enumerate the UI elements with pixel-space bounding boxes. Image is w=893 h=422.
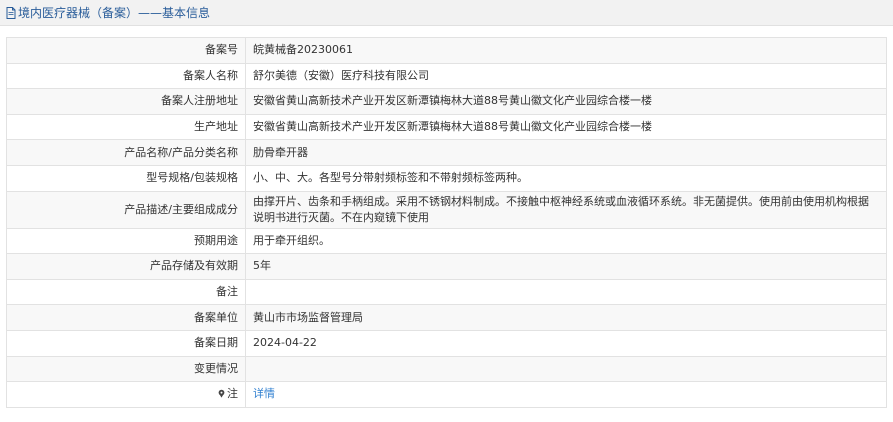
field-label: 备案日期 — [6, 329, 246, 357]
field-label: 产品存储及有效期 — [6, 253, 246, 280]
field-value: 安徽省黄山高新技术产业开发区新潭镇梅林大道88号黄山徽文化产业园综合楼一楼 — [245, 88, 887, 115]
field-value: 舒尔美德（安徽）医疗科技有限公司 — [245, 62, 887, 90]
table-row: 产品名称/产品分类名称 肋骨牵开器 — [6, 139, 887, 166]
table-row-note: 注 详情 — [6, 381, 887, 408]
details-link[interactable]: 详情 — [253, 387, 275, 400]
field-label: 型号规格/包装规格 — [6, 164, 246, 192]
field-value: 皖黄械备20230061 — [245, 37, 887, 64]
field-label: 备案人注册地址 — [6, 88, 246, 115]
page-title: 境内医疗器械（备案）——基本信息 — [18, 6, 211, 20]
field-label: 产品名称/产品分类名称 — [6, 139, 246, 166]
table-row: 变更情况 — [6, 355, 887, 383]
field-value: 肋骨牵开器 — [245, 139, 887, 166]
table-row: 备案号 皖黄械备20230061 — [6, 37, 887, 64]
field-value: 5年 — [245, 253, 887, 280]
field-label: 备案号 — [6, 37, 246, 64]
field-value: 2024-04-22 — [245, 329, 887, 357]
field-label: 预期用途 — [6, 227, 246, 255]
page-header: 境内医疗器械（备案）——基本信息 — [0, 0, 893, 26]
field-label: 变更情况 — [6, 355, 246, 383]
table-row: 产品描述/主要组成成分 由撑开片、齿条和手柄组成。采用不锈钢材料制成。不接触中枢神… — [6, 190, 887, 229]
info-table: 备案号 皖黄械备20230061 备案人名称 舒尔美德（安徽）医疗科技有限公司 备案人注… — [6, 37, 887, 408]
table-row: 预期用途 用于牵开组织。 — [6, 227, 887, 255]
field-label: 产品描述/主要组成成分 — [6, 190, 246, 229]
location-pin-icon — [218, 390, 225, 399]
field-value: 小、中、大。各型号分带射频标签和不带射频标签两种。 — [245, 164, 887, 192]
field-label: 备案单位 — [6, 304, 246, 331]
field-label: 备案人名称 — [6, 62, 246, 90]
field-value: 黄山市市场监督管理局 — [245, 304, 887, 331]
table-row: 备案单位 黄山市市场监督管理局 — [6, 304, 887, 331]
field-label: 备注 — [6, 278, 246, 306]
note-value: 详情 — [245, 381, 887, 408]
field-value: 由撑开片、齿条和手柄组成。采用不锈钢材料制成。不接触中枢神经系统或血液循环系统。… — [245, 190, 887, 229]
table-row: 备注 — [6, 278, 887, 306]
table-row: 备案人名称 舒尔美德（安徽）医疗科技有限公司 — [6, 62, 887, 90]
note-label-text: 注 — [227, 387, 238, 401]
table-row: 生产地址 安徽省黄山高新技术产业开发区新潭镇梅林大道88号黄山徽文化产业园综合楼一… — [6, 113, 887, 141]
field-label: 生产地址 — [6, 113, 246, 141]
table-row: 产品存储及有效期 5年 — [6, 253, 887, 280]
note-label: 注 — [6, 381, 246, 408]
table-row: 型号规格/包装规格 小、中、大。各型号分带射频标签和不带射频标签两种。 — [6, 164, 887, 192]
field-value — [245, 278, 887, 306]
table-row: 备案日期 2024-04-22 — [6, 329, 887, 357]
field-value: 安徽省黄山高新技术产业开发区新潭镇梅林大道88号黄山徽文化产业园综合楼一楼 — [245, 113, 887, 141]
field-value: 用于牵开组织。 — [245, 227, 887, 255]
table-row: 备案人注册地址 安徽省黄山高新技术产业开发区新潭镇梅林大道88号黄山徽文化产业园综… — [6, 88, 887, 115]
document-icon — [6, 6, 16, 19]
field-value — [245, 355, 887, 383]
